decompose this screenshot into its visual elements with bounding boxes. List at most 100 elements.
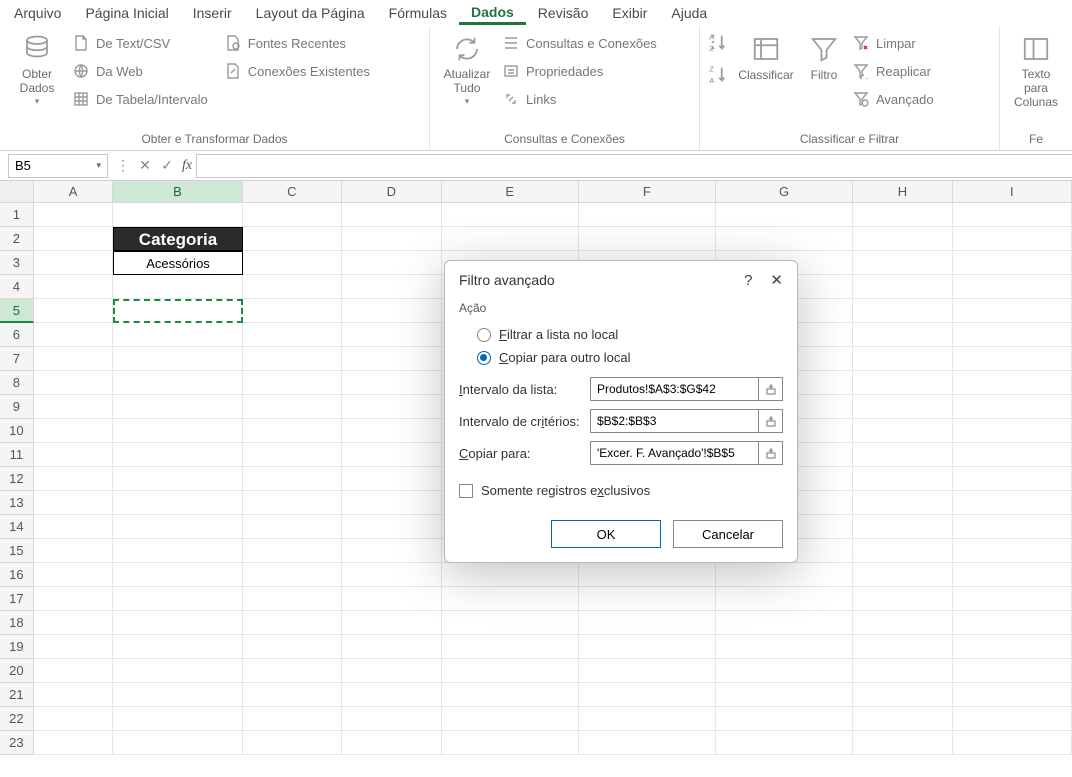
cell-B18[interactable]: [113, 611, 242, 635]
cell-A1[interactable]: [34, 203, 114, 227]
cell-A19[interactable]: [34, 635, 114, 659]
cell-B11[interactable]: [113, 443, 242, 467]
cell-G23[interactable]: [716, 731, 853, 755]
col-header-B[interactable]: B: [113, 181, 242, 202]
radio-copy-other[interactable]: Copiar para outro local: [459, 346, 783, 369]
cell-A9[interactable]: [34, 395, 114, 419]
chevron-down-icon[interactable]: ▾: [96, 160, 101, 171]
cell-D4[interactable]: [342, 275, 441, 299]
row-header-4[interactable]: 4: [0, 275, 34, 299]
row-header-19[interactable]: 19: [0, 635, 34, 659]
cell-D14[interactable]: [342, 515, 441, 539]
cell-I3[interactable]: [953, 251, 1072, 275]
refresh-all-button[interactable]: Atualizar Tudo ▾: [438, 32, 496, 107]
cell-I20[interactable]: [953, 659, 1072, 683]
unique-records-checkbox[interactable]: Somente registros exclusivos: [459, 473, 783, 512]
cell-H13[interactable]: [853, 491, 952, 515]
row-header-14[interactable]: 14: [0, 515, 34, 539]
cell-B2[interactable]: Categoria: [113, 227, 242, 251]
cell-F16[interactable]: [579, 563, 716, 587]
cell-G16[interactable]: [716, 563, 853, 587]
cell-E20[interactable]: [442, 659, 579, 683]
cell-C7[interactable]: [243, 347, 342, 371]
cell-D16[interactable]: [342, 563, 441, 587]
cell-C16[interactable]: [243, 563, 342, 587]
cell-H2[interactable]: [853, 227, 952, 251]
cell-B22[interactable]: [113, 707, 242, 731]
criteria-range-input[interactable]: [590, 409, 759, 433]
col-header-F[interactable]: F: [579, 181, 716, 202]
cell-B17[interactable]: [113, 587, 242, 611]
cell-C21[interactable]: [243, 683, 342, 707]
cell-H6[interactable]: [853, 323, 952, 347]
cell-B13[interactable]: [113, 491, 242, 515]
cell-I1[interactable]: [953, 203, 1072, 227]
cell-C5[interactable]: [243, 299, 342, 323]
help-button[interactable]: ?: [744, 272, 752, 289]
cell-I11[interactable]: [953, 443, 1072, 467]
formula-confirm-button[interactable]: ✓: [156, 155, 178, 177]
cell-I12[interactable]: [953, 467, 1072, 491]
menu-fórmulas[interactable]: Fórmulas: [377, 1, 459, 25]
queries-connections-button[interactable]: Consultas e Conexões: [502, 32, 657, 54]
cell-B8[interactable]: [113, 371, 242, 395]
cell-A3[interactable]: [34, 251, 114, 275]
row-header-7[interactable]: 7: [0, 347, 34, 371]
cell-D23[interactable]: [342, 731, 441, 755]
cell-I4[interactable]: [953, 275, 1072, 299]
cell-E19[interactable]: [442, 635, 579, 659]
col-header-H[interactable]: H: [853, 181, 952, 202]
cell-H12[interactable]: [853, 467, 952, 491]
cell-D2[interactable]: [342, 227, 441, 251]
cell-F22[interactable]: [579, 707, 716, 731]
cell-H15[interactable]: [853, 539, 952, 563]
cell-H9[interactable]: [853, 395, 952, 419]
cell-H8[interactable]: [853, 371, 952, 395]
sort-button[interactable]: Classificar: [736, 32, 796, 82]
cell-C9[interactable]: [243, 395, 342, 419]
menu-arquivo[interactable]: Arquivo: [2, 1, 73, 25]
cell-E16[interactable]: [442, 563, 579, 587]
cell-D12[interactable]: [342, 467, 441, 491]
cell-H17[interactable]: [853, 587, 952, 611]
cell-H14[interactable]: [853, 515, 952, 539]
from-web-button[interactable]: Da Web: [72, 60, 208, 82]
row-header-11[interactable]: 11: [0, 443, 34, 467]
cell-H1[interactable]: [853, 203, 952, 227]
menu-dados[interactable]: Dados: [459, 0, 526, 25]
cell-C22[interactable]: [243, 707, 342, 731]
from-table-button[interactable]: De Tabela/Intervalo: [72, 88, 208, 110]
row-header-2[interactable]: 2: [0, 227, 34, 251]
cell-H11[interactable]: [853, 443, 952, 467]
menu-exibir[interactable]: Exibir: [600, 1, 659, 25]
cell-B21[interactable]: [113, 683, 242, 707]
range-picker-button[interactable]: [759, 409, 783, 433]
cell-G17[interactable]: [716, 587, 853, 611]
cell-D3[interactable]: [342, 251, 441, 275]
cell-F20[interactable]: [579, 659, 716, 683]
cell-B23[interactable]: [113, 731, 242, 755]
row-header-8[interactable]: 8: [0, 371, 34, 395]
cell-E21[interactable]: [442, 683, 579, 707]
col-header-G[interactable]: G: [716, 181, 853, 202]
cell-E22[interactable]: [442, 707, 579, 731]
cell-B12[interactable]: [113, 467, 242, 491]
name-box[interactable]: B5 ▾: [8, 154, 108, 178]
cell-H16[interactable]: [853, 563, 952, 587]
cell-D15[interactable]: [342, 539, 441, 563]
cell-H21[interactable]: [853, 683, 952, 707]
cell-D20[interactable]: [342, 659, 441, 683]
cell-H3[interactable]: [853, 251, 952, 275]
cell-E2[interactable]: [442, 227, 579, 251]
cell-B15[interactable]: [113, 539, 242, 563]
row-header-1[interactable]: 1: [0, 203, 34, 227]
cell-A13[interactable]: [34, 491, 114, 515]
range-picker-button[interactable]: [759, 377, 783, 401]
cell-F18[interactable]: [579, 611, 716, 635]
cell-A5[interactable]: [34, 299, 114, 323]
row-header-22[interactable]: 22: [0, 707, 34, 731]
cell-C15[interactable]: [243, 539, 342, 563]
cell-B9[interactable]: [113, 395, 242, 419]
cell-A21[interactable]: [34, 683, 114, 707]
cell-D6[interactable]: [342, 323, 441, 347]
